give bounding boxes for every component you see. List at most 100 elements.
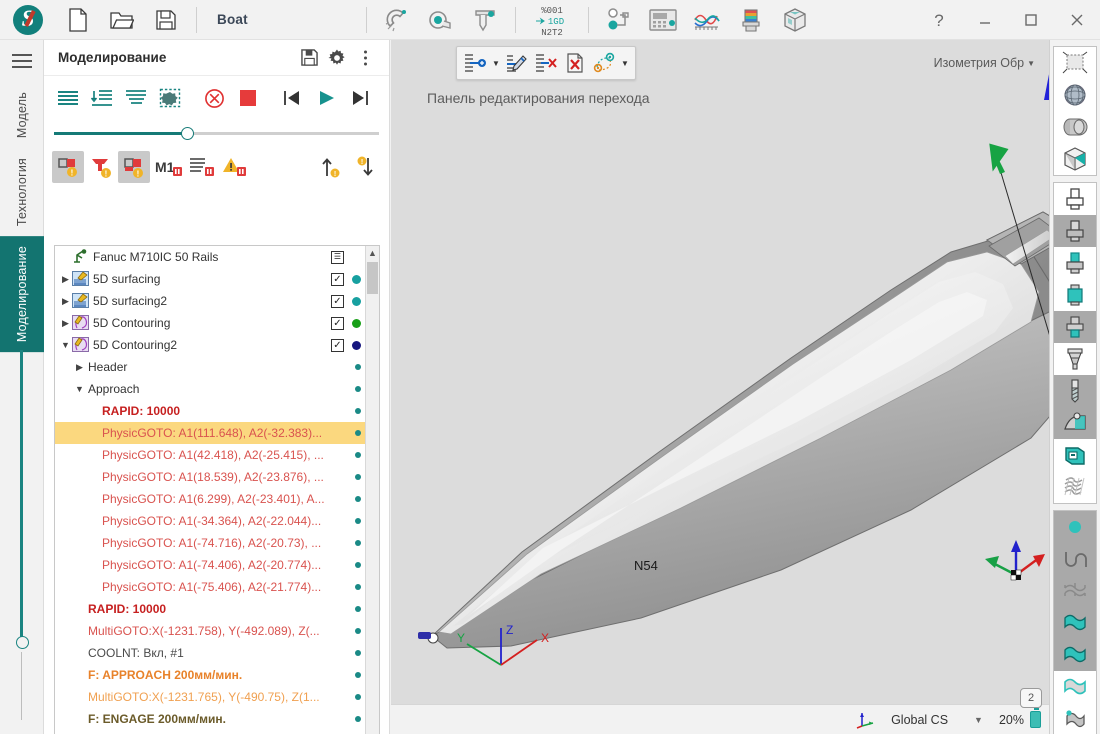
tree-row[interactable]: PhysicGOTO: A1(-74.716), A2(-20.73), ... xyxy=(55,532,365,554)
wireframe-box-icon[interactable] xyxy=(1054,47,1096,79)
tree-row[interactable]: RAPID: 10000 xyxy=(55,400,365,422)
move-down-button[interactable]: ! xyxy=(349,151,381,183)
point-marker-icon[interactable] xyxy=(1054,511,1096,543)
solid-shaded-icon[interactable] xyxy=(1054,111,1096,143)
filter-machine-button[interactable]: ! xyxy=(118,151,150,183)
tree-row[interactable]: MultiGOTO:X(-1231.758), Y(-492.089), Z(.… xyxy=(55,620,365,642)
visibility-checkbox[interactable]: ✓ xyxy=(331,295,344,308)
settings-gear-button[interactable] xyxy=(323,44,351,72)
caliper-icon[interactable] xyxy=(463,1,507,39)
tree-row[interactable]: ▶5D Contouring✓ xyxy=(55,312,365,334)
stock-model-icon[interactable] xyxy=(773,1,817,39)
surface-outline-icon[interactable] xyxy=(1054,671,1096,703)
rail-slider-knob[interactable] xyxy=(16,636,29,649)
edit-move-button[interactable] xyxy=(503,49,531,77)
tree-row[interactable]: PhysicGOTO: A1(42.418), A2(-25.415), ... xyxy=(55,444,365,466)
add-move-button[interactable] xyxy=(461,49,489,77)
chevron-down-icon[interactable]: ▼ xyxy=(59,340,72,350)
tree-row[interactable]: ▶Header xyxy=(55,356,365,378)
tree-row[interactable]: ▼Approach xyxy=(55,378,365,400)
surface-teal-icon[interactable] xyxy=(1054,607,1096,639)
filter-collision-button[interactable]: ! xyxy=(52,151,84,183)
machine-setup-icon[interactable] xyxy=(597,1,641,39)
tree-row[interactable]: PhysicGOTO: A1(6.299), A2(-23.401), A... xyxy=(55,488,365,510)
m1-stop-button[interactable]: M1 xyxy=(151,151,185,183)
save-document-button[interactable] xyxy=(144,1,188,39)
chevron-right-icon[interactable]: ▶ xyxy=(59,318,72,329)
surface-mesh-icon[interactable] xyxy=(1054,575,1096,607)
tree-row[interactable]: ▶5D surfacing✓ xyxy=(55,268,365,290)
minimize-button[interactable] xyxy=(962,0,1008,40)
visibility-checkbox[interactable]: ✓ xyxy=(331,273,344,286)
measure-icon[interactable] xyxy=(419,1,463,39)
notification-badge[interactable]: 2 xyxy=(1020,688,1042,708)
chevron-right-icon[interactable]: ▶ xyxy=(59,296,72,307)
save-simulation-button[interactable] xyxy=(295,44,323,72)
rewind-button[interactable] xyxy=(276,82,308,114)
tool-outline-icon[interactable] xyxy=(1054,183,1096,215)
chevron-right-icon[interactable]: ▶ xyxy=(59,274,72,285)
step-to-line-button[interactable] xyxy=(86,82,118,114)
forward-end-button[interactable] xyxy=(344,82,376,114)
tree-row[interactable]: PhysicGOTO: A1(18.539), A2(-23.876), ... xyxy=(55,466,365,488)
open-document-button[interactable] xyxy=(100,1,144,39)
surface-flag-icon[interactable] xyxy=(1054,639,1096,671)
list-stop-button[interactable] xyxy=(186,151,218,183)
tree-row[interactable]: PhysicGOTO: A1(-75.406), A2(-21.774)... xyxy=(55,576,365,598)
document-icon[interactable]: ☰ xyxy=(331,251,344,264)
tree-row[interactable]: MultiGOTO:X(-1231.765), Y(-490.75), Z(1.… xyxy=(55,686,365,708)
move-up-button[interactable]: ! xyxy=(316,151,348,183)
simulate-part-button[interactable] xyxy=(154,82,186,114)
delete-move-button[interactable] xyxy=(532,49,560,77)
more-options-button[interactable] xyxy=(351,44,379,72)
section-cube-icon[interactable] xyxy=(1054,143,1096,175)
analysis-graph-icon[interactable] xyxy=(685,1,729,39)
step-all-button[interactable] xyxy=(52,82,84,114)
sidebar-item-model[interactable]: Модель xyxy=(0,82,44,148)
play-button[interactable] xyxy=(310,82,342,114)
tool-holder-icon[interactable] xyxy=(1054,311,1096,343)
tree-row[interactable]: PhysicGOTO: A1(-74.406), A2(-20.774)... xyxy=(55,554,365,576)
operation-tree[interactable]: Fanuc M710IC 50 Rails☰▶5D surfacing✓ ▶5D … xyxy=(54,245,380,734)
simulation-rail-slider[interactable] xyxy=(16,350,28,720)
tool-grey-icon[interactable] xyxy=(1054,215,1096,247)
add-move-caret-icon[interactable]: ▼ xyxy=(490,49,502,77)
globe-mesh-icon[interactable] xyxy=(1054,79,1096,111)
hatch-pattern-icon[interactable] xyxy=(1054,471,1096,503)
tree-row[interactable]: F: APPROACH 200мм/мин. xyxy=(55,664,365,686)
3d-model-canvas[interactable]: Z Y X xyxy=(391,40,1049,734)
tree-row[interactable]: RAPID: 10000 xyxy=(55,598,365,620)
sidebar-item-technology[interactable]: Технология xyxy=(0,148,44,236)
app-logo[interactable]: S xyxy=(0,5,56,35)
view-orientation-selector[interactable]: Изометрия Обр ▼ xyxy=(934,56,1035,70)
tree-row[interactable]: F: ENGAGE 200мм/мин. xyxy=(55,708,365,730)
toolpath-surface-icon[interactable] xyxy=(1054,407,1096,439)
delete-file-button[interactable] xyxy=(561,49,589,77)
scroll-up-arrow[interactable]: ▲ xyxy=(366,246,379,260)
chevron-down-icon[interactable]: ▼ xyxy=(73,384,86,394)
help-button[interactable]: ? xyxy=(916,0,962,40)
close-button[interactable] xyxy=(1054,0,1100,40)
chevron-right-icon[interactable]: ▶ xyxy=(73,362,86,373)
tree-row[interactable]: PhysicGOTO: A1(111.648), A2(-32.383)... xyxy=(55,422,365,444)
tool-teal-top-icon[interactable] xyxy=(1054,247,1096,279)
tree-row[interactable]: MultiGOTO:X(-1232.066), Y(-489.35), Z(1.… xyxy=(55,730,365,734)
stock-block-icon[interactable] xyxy=(1054,439,1096,471)
tool-taper-icon[interactable] xyxy=(1054,343,1096,375)
scrollbar-thumb[interactable] xyxy=(367,262,378,294)
endmill-icon[interactable] xyxy=(1054,375,1096,407)
tree-vertical-scrollbar[interactable]: ▲ ▼ xyxy=(365,246,379,734)
curve-icon[interactable] xyxy=(1054,543,1096,575)
progress-knob[interactable] xyxy=(181,127,194,140)
warning-stop-button[interactable] xyxy=(219,151,251,183)
sidebar-item-simulation[interactable]: Моделирование xyxy=(0,236,44,352)
new-document-button[interactable] xyxy=(56,1,100,39)
tree-scroll-area[interactable]: Fanuc M710IC 50 Rails☰▶5D surfacing✓ ▶5D … xyxy=(55,246,365,734)
tool-teal-full-icon[interactable] xyxy=(1054,279,1096,311)
filter-tool-button[interactable]: ! xyxy=(85,151,117,183)
tool-library-icon[interactable] xyxy=(729,1,773,39)
points-path-button[interactable] xyxy=(590,49,618,77)
list-lines-button[interactable] xyxy=(120,82,152,114)
tree-row[interactable]: COOLNT: Вкл, #1 xyxy=(55,642,365,664)
tree-row[interactable]: Fanuc M710IC 50 Rails☰ xyxy=(55,246,365,268)
